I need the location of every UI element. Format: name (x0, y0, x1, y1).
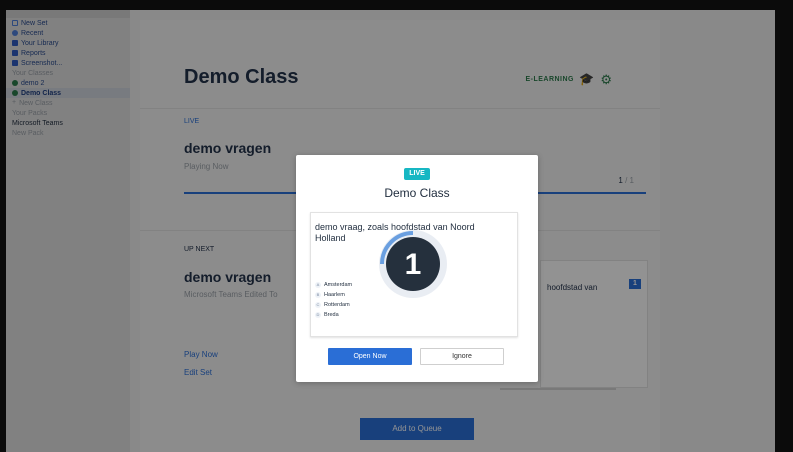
countdown-timer: 1 (379, 230, 447, 298)
open-now-button[interactable]: Open Now (328, 348, 412, 365)
answer-text: Rotterdam (324, 302, 350, 308)
answer-item: A Amsterdam (315, 280, 352, 290)
answer-item: B Haarlem (315, 290, 352, 300)
live-question-modal: LIVE Demo Class demo vraag, zoals hoofds… (296, 155, 538, 382)
ignore-button[interactable]: Ignore (420, 348, 504, 365)
live-badge: LIVE (404, 168, 430, 180)
question-card: demo vraag, zoals hoofdstad van Noord Ho… (310, 212, 518, 337)
answer-item: D Breda (315, 310, 352, 320)
answer-text: Breda (324, 312, 339, 318)
timer-value: 1 (405, 248, 422, 281)
answer-key: C (315, 302, 321, 308)
answer-text: Haarlem (324, 292, 345, 298)
answer-key: D (315, 312, 321, 318)
answer-text: Amsterdam (324, 282, 353, 288)
answer-item: C Rotterdam (315, 300, 352, 310)
answer-list: A Amsterdam B Haarlem C Rotterdam D Bred… (315, 280, 352, 320)
modal-title: Demo Class (384, 186, 450, 200)
answer-key: B (315, 292, 321, 298)
answer-key: A (315, 282, 321, 288)
